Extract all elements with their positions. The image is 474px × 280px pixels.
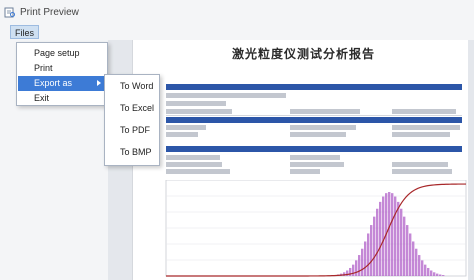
histogram-bar [415, 248, 418, 276]
text-line [290, 169, 320, 174]
text-line [166, 125, 206, 130]
text-line [166, 93, 286, 98]
text-line [166, 109, 232, 114]
histogram-bar [433, 272, 436, 276]
histogram-bar [394, 196, 397, 276]
histogram-bar [403, 216, 406, 276]
histogram-bar [427, 267, 430, 276]
histogram-bar [442, 275, 445, 276]
histogram-bar [373, 216, 376, 276]
text-line [166, 169, 230, 174]
distribution-chart [165, 180, 467, 277]
files-dropdown-menu: Page setup Print Export as Exit [16, 42, 108, 106]
histogram-bar [358, 255, 361, 276]
histogram-bar [421, 260, 424, 276]
window-title: Print Preview [20, 6, 79, 18]
section-bar-testing-info [166, 117, 462, 123]
histogram-bar [367, 233, 370, 276]
histogram-bar [397, 201, 400, 276]
histogram-bar [436, 273, 439, 276]
text-line [166, 101, 226, 106]
histogram-bar [406, 225, 409, 276]
print-preview-icon [4, 7, 15, 18]
text-line [392, 125, 460, 130]
menu-item-export-as[interactable]: Export as [18, 76, 106, 91]
menu-files[interactable]: Files [10, 25, 40, 39]
histogram-bar [355, 260, 358, 276]
section-bar-analysis-result [166, 146, 462, 152]
title-bar: Print Preview [0, 0, 474, 24]
menu-bar: Files [0, 24, 474, 40]
menu-item-to-bmp[interactable]: To BMP [106, 143, 158, 161]
divider [166, 115, 462, 116]
text-line [290, 132, 346, 137]
menu-item-page-setup[interactable]: Page setup [18, 46, 106, 61]
histogram-bar [349, 267, 352, 276]
menu-item-to-pdf[interactable]: To PDF [106, 121, 158, 139]
histogram-bar [370, 225, 373, 276]
report-title: 激光粒度仪测试分析报告 [232, 47, 376, 61]
menu-item-to-excel[interactable]: To Excel [106, 99, 158, 117]
text-line [290, 162, 344, 167]
histogram-bar [400, 208, 403, 276]
histogram-bar [430, 270, 433, 276]
section-bar-sample-info [166, 84, 462, 90]
histogram-bar [382, 196, 385, 276]
text-line [392, 132, 450, 137]
text-line [166, 155, 220, 160]
histogram-bar [409, 233, 412, 276]
text-line [392, 109, 456, 114]
histogram-bar [379, 201, 382, 276]
histogram-bar [418, 255, 421, 276]
text-line [166, 132, 198, 137]
text-line [290, 155, 340, 160]
export-submenu: To Word To Excel To PDF To BMP [104, 74, 160, 166]
histogram-bar [388, 192, 391, 276]
text-line [392, 162, 448, 167]
text-line [166, 162, 222, 167]
histogram-bar [412, 241, 415, 276]
histogram-bar [439, 274, 442, 276]
print-preview-window: 激光粒度仪测试分析报告 Print Preview Files Page set… [0, 0, 474, 280]
histogram-bar [361, 248, 364, 276]
histogram-bar [376, 208, 379, 276]
histogram-bar [424, 264, 427, 276]
submenu-arrow-icon [97, 80, 101, 86]
histogram-bar [364, 241, 367, 276]
menu-item-to-word[interactable]: To Word [106, 77, 158, 95]
text-line [290, 125, 356, 130]
menu-item-print[interactable]: Print [18, 61, 106, 76]
histogram-bar [352, 264, 355, 276]
histogram-bar [391, 193, 394, 276]
text-line [290, 109, 360, 114]
text-line [392, 169, 452, 174]
menu-item-exit[interactable]: Exit [18, 91, 106, 106]
